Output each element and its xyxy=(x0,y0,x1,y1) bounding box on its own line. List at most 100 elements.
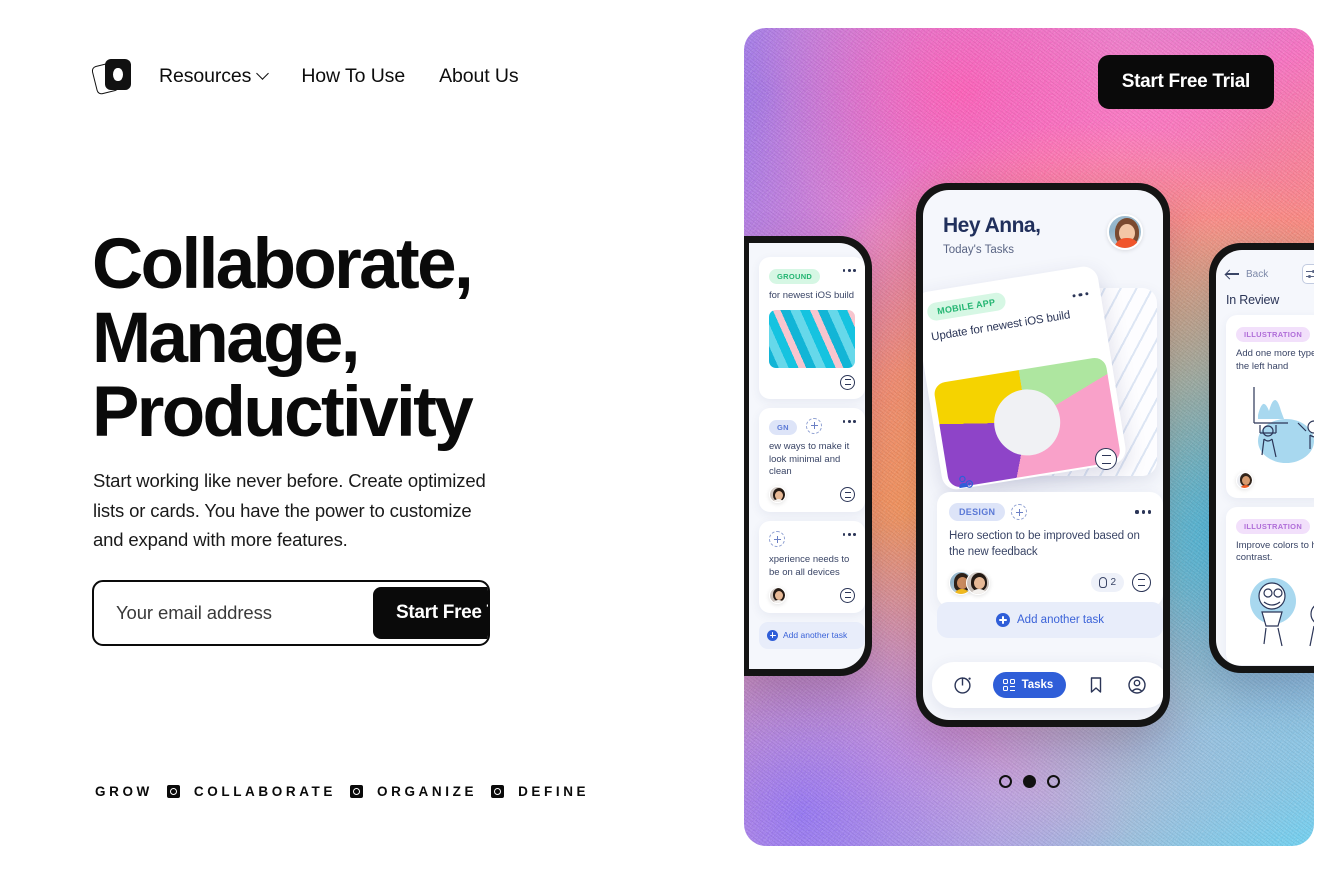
phone-center-screen: Hey Anna, Today's Tasks MOBILE APP Updat… xyxy=(923,190,1163,720)
right-phone-header: Back xyxy=(1216,264,1314,284)
card-text: xperience needs to be on all devices xyxy=(769,554,850,579)
add-member-icon[interactable] xyxy=(769,531,785,548)
nav-item-about-us[interactable]: About Us xyxy=(439,64,519,88)
more-options-icon[interactable] xyxy=(1072,292,1089,298)
plus-icon xyxy=(767,629,778,641)
plus-icon xyxy=(996,613,1011,627)
task-card-footer: 2 xyxy=(949,570,1151,595)
greeting-subtitle: Today's Tasks xyxy=(943,244,1015,257)
card-illustration xyxy=(1236,381,1314,465)
app-header: Hey Anna, Today's Tasks xyxy=(923,190,1163,256)
tagline-word-define: DEFINE xyxy=(518,784,590,799)
carousel-dot-1[interactable] xyxy=(998,775,1012,788)
card-illustration xyxy=(1236,572,1314,656)
card-text: Improve colors to h contrast. xyxy=(1236,539,1314,564)
attachment-count[interactable]: 2 xyxy=(1091,573,1124,593)
comment-icon[interactable] xyxy=(840,587,855,603)
tasks-tab[interactable]: Tasks xyxy=(992,672,1067,698)
illustration-character-drawing xyxy=(1258,582,1314,647)
back-arrow-icon[interactable] xyxy=(1226,269,1239,279)
nav-item-how-to-use-label: How To Use xyxy=(301,64,406,87)
tasks-icon xyxy=(1002,679,1016,691)
phone-left-screen: GROUND for newest iOS build GN ew ways t… xyxy=(749,243,865,669)
card-text: Add one more type the left hand xyxy=(1236,348,1314,372)
more-options-icon[interactable] xyxy=(842,419,856,423)
list-item[interactable]: xperience needs to be on all devices xyxy=(759,521,865,613)
add-person-icon[interactable] xyxy=(956,473,974,491)
illustration-people-drawing xyxy=(1253,386,1314,457)
email-signup-form: Start Free Trial xyxy=(92,580,490,646)
square-bullseye-separator-icon xyxy=(350,785,363,798)
carousel-dot-3[interactable] xyxy=(1046,775,1060,788)
card-badge: MOBILE APP xyxy=(925,291,1007,322)
headline-line-1: Collaborate, xyxy=(92,225,474,304)
avatar xyxy=(1236,471,1253,489)
avatar xyxy=(769,486,786,504)
add-another-task-button[interactable]: Add another task xyxy=(937,602,1163,638)
add-member-icon[interactable] xyxy=(806,417,823,434)
list-item[interactable]: GROUND for newest iOS build xyxy=(759,257,865,399)
task-card-header: DESIGN xyxy=(949,503,1151,521)
profile-icon[interactable] xyxy=(1126,674,1148,696)
logo-diamond-icon xyxy=(113,68,123,81)
stacked-cards-logo[interactable] xyxy=(90,56,135,96)
phone-mockup-right: Back In Review ILLUSTRATION Add one more… xyxy=(1209,243,1314,673)
headline-line-3: Productivity xyxy=(92,373,474,453)
left-phone-task-list: GROUND for newest iOS build GN ew ways t… xyxy=(749,243,865,669)
card-badge: GN xyxy=(769,419,797,435)
stats-icon[interactable] xyxy=(952,674,974,696)
comment-icon[interactable] xyxy=(1095,448,1117,470)
right-phone-review-list: Back In Review ILLUSTRATION Add one more… xyxy=(1216,250,1314,666)
avatar[interactable] xyxy=(1107,214,1143,250)
avatar xyxy=(769,586,786,604)
square-bullseye-separator-icon xyxy=(491,785,505,798)
list-item[interactable]: ILLUSTRATION Improve colors to h contras… xyxy=(1226,506,1314,666)
filter-sliders-icon[interactable] xyxy=(1302,264,1314,284)
carousel-dot-2[interactable] xyxy=(1022,775,1036,788)
comment-icon[interactable] xyxy=(1132,573,1151,593)
avatar xyxy=(966,570,990,595)
nav-item-how-to-use[interactable]: How To Use xyxy=(301,65,405,88)
start-free-trial-button[interactable]: Start Free Trial xyxy=(373,587,488,639)
phone-mockup-center: Hey Anna, Today's Tasks MOBILE APP Updat… xyxy=(916,183,1170,727)
task-card-meta: 2 xyxy=(1091,573,1151,593)
card-footer xyxy=(769,586,855,604)
comment-icon[interactable] xyxy=(840,487,855,503)
hero-subcopy: Start working like never before. Create … xyxy=(93,470,486,550)
hero-showcase-panel: Start Free Trial GROUND for newest iOS b… xyxy=(744,28,1314,846)
card-badge: ILLUSTRATION xyxy=(1236,518,1311,534)
more-options-icon[interactable] xyxy=(842,269,856,272)
bookmark-icon[interactable] xyxy=(1085,674,1107,696)
back-label[interactable]: Back xyxy=(1246,269,1268,280)
right-phone-title: In Review xyxy=(1226,293,1280,307)
hero-start-free-trial-button[interactable]: Start Free Trial xyxy=(1097,55,1274,109)
landing-page: Resources How To Use About Us Collaborat… xyxy=(0,0,1340,873)
main-navigation: Resources How To Use About Us xyxy=(90,56,519,96)
add-another-task-button[interactable]: Add another task xyxy=(759,621,865,649)
nav-links: Resources How To Use About Us xyxy=(159,65,519,88)
assignee-avatars xyxy=(949,570,990,595)
task-card[interactable]: DESIGN Hero section to be improved based… xyxy=(937,492,1163,607)
tasks-tab-label: Tasks xyxy=(1021,679,1054,691)
card-badge: ILLUSTRATION xyxy=(1236,327,1311,342)
card-text: ew ways to make it look minimal and clea… xyxy=(769,440,850,478)
bottom-tab-bar: Tasks xyxy=(932,662,1163,708)
nav-item-about-us-label: About Us xyxy=(439,64,519,87)
phone-mockup-left: GROUND for newest iOS build GN ew ways t… xyxy=(744,236,872,676)
list-item[interactable]: GN ew ways to make it look minimal and c… xyxy=(759,407,865,513)
attachment-count-label: 2 xyxy=(1110,577,1116,589)
task-card-text: Hero section to be improved based on the… xyxy=(949,530,1140,558)
page-title: Collaborate, Manage, Productivity xyxy=(92,225,652,453)
more-options-icon[interactable] xyxy=(1135,510,1151,514)
list-item[interactable]: ILLUSTRATION Add one more type the left … xyxy=(1226,315,1314,498)
more-options-icon[interactable] xyxy=(842,533,856,537)
add-member-icon[interactable] xyxy=(1011,504,1028,520)
tagline-word-organize: ORGANIZE xyxy=(377,784,478,799)
card-image-stripes xyxy=(769,309,855,368)
card-text: for newest iOS build xyxy=(769,290,855,301)
card-footer xyxy=(1236,471,1314,489)
nav-item-resources[interactable]: Resources xyxy=(159,65,270,88)
email-input[interactable] xyxy=(94,582,373,644)
comment-icon[interactable] xyxy=(840,374,855,390)
phone-right-screen: Back In Review ILLUSTRATION Add one more… xyxy=(1216,250,1314,666)
